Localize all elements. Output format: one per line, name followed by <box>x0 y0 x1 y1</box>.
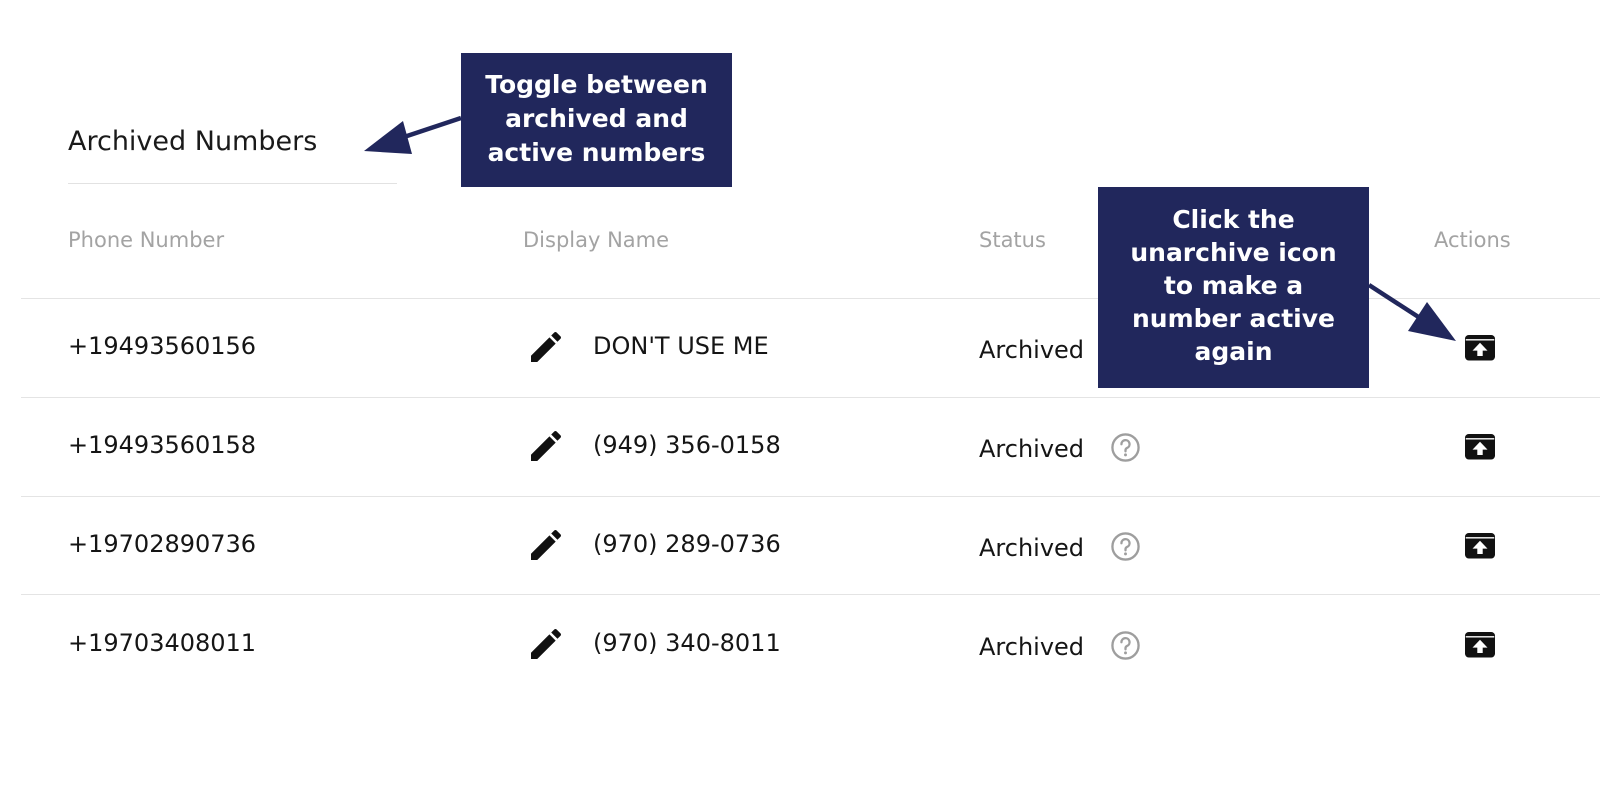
annotation-arrows <box>364 115 1456 341</box>
callout-line: again <box>1194 337 1273 366</box>
callout-line: Toggle between <box>485 70 708 99</box>
unarchive-hint-callout: Click the unarchive icon to make a numbe… <box>1098 187 1369 388</box>
callout-line: Click the <box>1172 205 1295 234</box>
toggle-hint-callout: Toggle between archived and active numbe… <box>461 53 732 187</box>
callout-line: unarchive icon <box>1130 238 1337 267</box>
callout-line: active numbers <box>487 138 706 167</box>
callout-line: number active <box>1132 304 1335 333</box>
unarchive-callout-arrowhead <box>1408 302 1456 341</box>
toggle-callout-arrowhead <box>364 121 412 154</box>
callout-line: archived and <box>505 104 688 133</box>
archived-numbers-page: Archived Numbers Phone Number Display Na… <box>0 0 1600 805</box>
unarchive-callout-arrow-line <box>1367 283 1422 320</box>
toggle-callout-arrow-line <box>397 115 462 142</box>
callout-line: to make a <box>1163 271 1304 300</box>
